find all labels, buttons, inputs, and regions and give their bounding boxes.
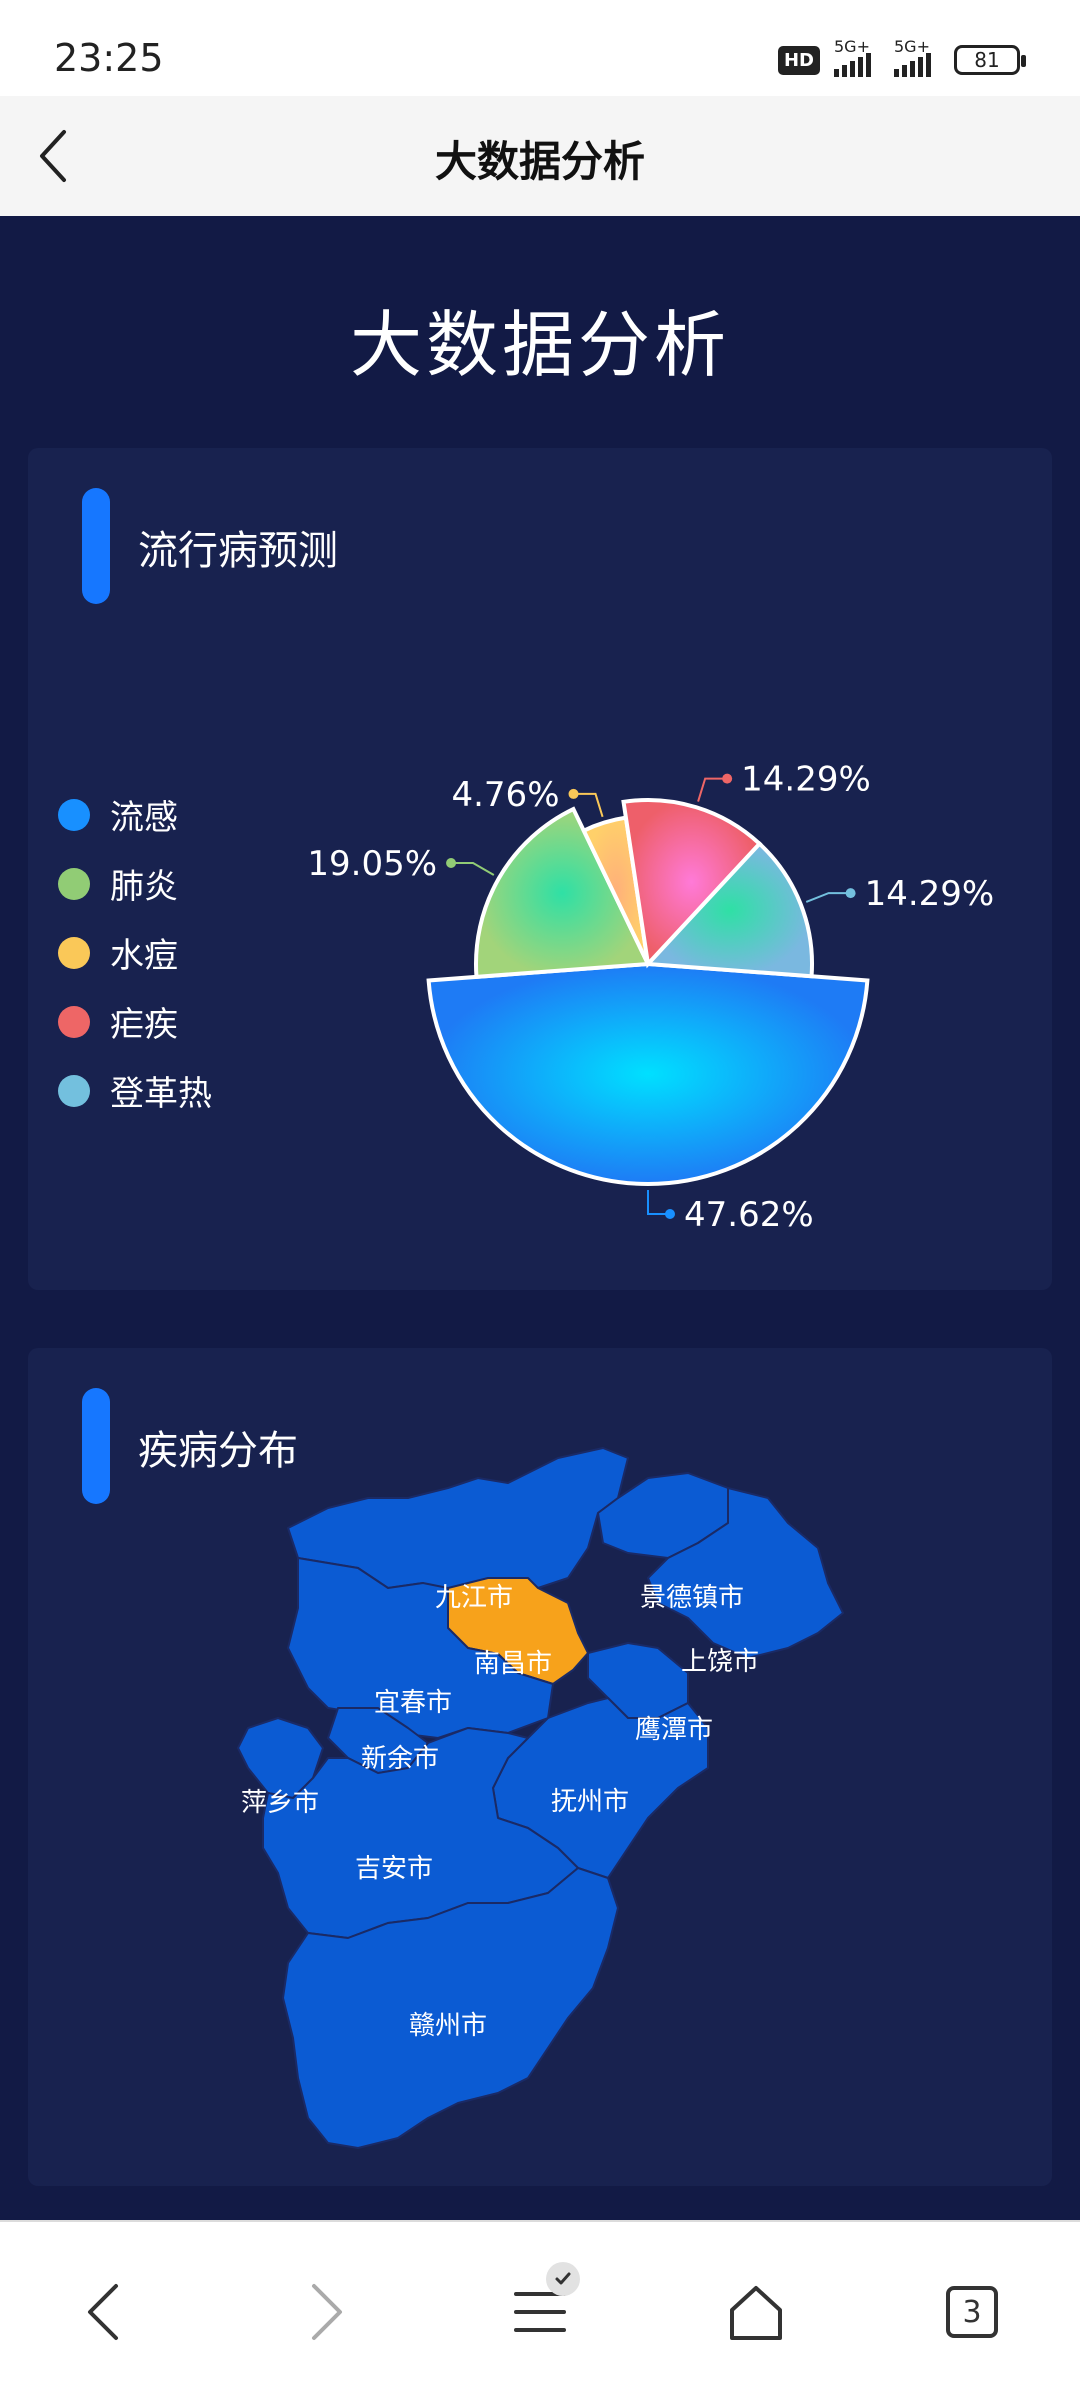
signal-icon: 5G+	[834, 37, 880, 77]
pie-data-label: 47.62%	[684, 1195, 814, 1235]
map-label: 南昌市	[474, 1649, 552, 1679]
pie-data-label: 4.76%	[451, 775, 559, 815]
status-time: 23:25	[54, 36, 164, 80]
map-label: 吉安市	[355, 1854, 433, 1884]
status-bar: 23:25 HD 5G+ 5G+ 81	[0, 0, 1080, 96]
pie-data-label: 14.29%	[741, 760, 871, 800]
map-label: 景德镇市	[640, 1583, 744, 1613]
nav-home-button[interactable]	[706, 2262, 806, 2362]
jiangxi-map: 九江市 景德镇市 南昌市 上饶市 宜春市 鹰潭市 新余市 萍乡市 抚州市 吉安市…	[237, 1447, 844, 2149]
pie-label-dot	[665, 1209, 675, 1219]
app-header: 大数据分析	[0, 96, 1080, 216]
page-title: 大数据分析	[434, 137, 645, 186]
nav-back-button[interactable]	[56, 2262, 156, 2362]
pie-label-line	[697, 777, 728, 802]
battery-level: 81	[974, 48, 1000, 72]
nav-forward-button[interactable]	[274, 2262, 374, 2362]
status-icons: HD 5G+ 5G+ 81	[777, 37, 1026, 80]
dashboard: 大数据分析 流行病预测 流感 肺炎 水痘 疟疾 登革热 47.62% 19.05…	[0, 216, 1080, 2220]
map-label: 九江市	[435, 1583, 513, 1613]
check-icon	[546, 2262, 580, 2296]
network-label: 5G+	[834, 37, 870, 56]
map-label: 赣州市	[409, 2011, 487, 2041]
pie-label-line	[573, 792, 604, 818]
signal-icon-2: 5G+	[894, 37, 940, 77]
home-icon	[730, 2286, 782, 2340]
map-label: 抚州市	[551, 1787, 629, 1817]
back-icon	[88, 2284, 118, 2340]
pie-label-line	[451, 862, 495, 876]
pie-label-line	[805, 892, 851, 903]
disease-distribution-panel: 疾病分布 九江市 景德镇市 南昌市 上饶市 宜春市 鹰潭市 新余市 萍乡市 抚州…	[28, 1348, 1052, 2186]
map-label: 宜春市	[374, 1688, 452, 1718]
network-label-2: 5G+	[894, 37, 930, 56]
pie-data-label: 19.05%	[307, 844, 437, 884]
pie-label-dot	[845, 888, 856, 899]
pie-data-label: 14.29%	[865, 874, 995, 914]
map-label: 上饶市	[681, 1647, 759, 1677]
nav-tabs-button[interactable]: 3	[922, 2262, 1022, 2362]
tabs-icon: 3	[946, 2286, 998, 2338]
map-label: 新余市	[361, 1744, 439, 1774]
pie-label-dot	[722, 773, 733, 784]
dashboard-title: 大数据分析	[349, 303, 730, 387]
epidemic-pie-chart: 47.62% 19.05% 4.76% 14.29% 14.29%	[307, 760, 995, 1235]
epidemic-forecast-panel: 流行病预测 流感 肺炎 水痘 疟疾 登革热 47.62% 19.05% 4.76…	[28, 448, 1052, 1290]
map-label: 鹰潭市	[635, 1715, 713, 1745]
hd-icon: HD	[777, 45, 820, 75]
nav-menu-button[interactable]	[490, 2262, 590, 2362]
pie-label-dot	[446, 858, 457, 869]
browser-bottom-nav: 3	[0, 2220, 1080, 2400]
pie-slice-flu[interactable]	[426, 961, 870, 1187]
tab-count: 3	[962, 2294, 982, 2330]
pie-label-dot	[568, 788, 579, 799]
forward-icon	[312, 2284, 342, 2340]
map-label: 萍乡市	[241, 1788, 319, 1818]
battery-icon: 81	[954, 45, 1026, 75]
